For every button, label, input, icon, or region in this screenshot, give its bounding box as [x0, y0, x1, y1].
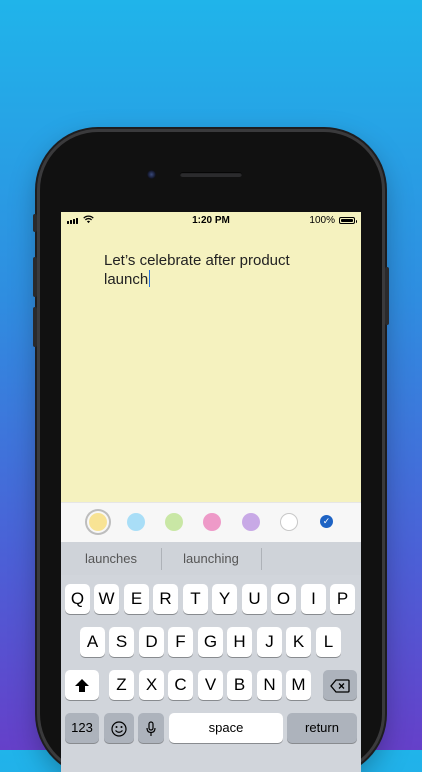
battery-icon: [339, 217, 357, 224]
delete-key[interactable]: [323, 670, 357, 700]
dictation-key[interactable]: [138, 713, 164, 743]
note-text: Let’s celebrate after product launch: [104, 252, 290, 288]
color-swatch-green[interactable]: [165, 513, 183, 531]
shift-arrow-icon: [75, 679, 89, 693]
volume-up-button: [33, 257, 37, 297]
key-p[interactable]: P: [330, 584, 355, 614]
volume-down-button: [33, 307, 37, 347]
key-j[interactable]: J: [257, 627, 282, 657]
suggestion-1[interactable]: launches: [61, 542, 161, 575]
microphone-icon: [146, 720, 156, 736]
key-d[interactable]: D: [139, 627, 164, 657]
key-g[interactable]: G: [198, 627, 223, 657]
status-bar: 1:20 PM 100%: [61, 212, 361, 230]
emoji-icon: [111, 720, 127, 737]
key-s[interactable]: S: [109, 627, 134, 657]
key-a[interactable]: A: [80, 627, 105, 657]
power-button: [385, 267, 389, 325]
shift-key[interactable]: [65, 670, 99, 700]
key-k[interactable]: K: [286, 627, 311, 657]
note-text-editor[interactable]: Let’s celebrate after product launch: [104, 251, 324, 289]
keyboard: Q W E R T Y U O I P A S D F G H J K L Z …: [61, 575, 361, 772]
suggestion-2[interactable]: launching: [161, 542, 261, 575]
key-n[interactable]: N: [257, 670, 282, 700]
color-swatch-purple[interactable]: [242, 513, 260, 531]
front-camera: [147, 170, 156, 179]
checkmark-icon[interactable]: ✓: [320, 515, 333, 528]
key-b[interactable]: B: [227, 670, 252, 700]
color-swatch-yellow[interactable]: [89, 513, 107, 531]
suggestion-3[interactable]: [261, 542, 361, 575]
color-picker-bar: ✓: [61, 502, 361, 543]
predictive-bar: launches launching: [61, 542, 361, 575]
battery-percentage: 100%: [309, 215, 335, 226]
key-c[interactable]: C: [168, 670, 193, 700]
key-z[interactable]: Z: [109, 670, 134, 700]
text-cursor: [148, 270, 151, 287]
key-i[interactable]: I: [301, 584, 326, 614]
screen: 1:20 PM 100% Let’s celebrate after produ…: [61, 212, 361, 772]
mute-switch: [33, 214, 37, 232]
key-l[interactable]: L: [316, 627, 341, 657]
backspace-icon: [330, 678, 350, 693]
key-m[interactable]: M: [286, 670, 311, 700]
key-h[interactable]: H: [227, 627, 252, 657]
phone-frame: 1:20 PM 100% Let’s celebrate after produ…: [33, 132, 389, 772]
key-v[interactable]: V: [198, 670, 223, 700]
return-key[interactable]: return: [287, 713, 357, 743]
space-key[interactable]: space: [169, 713, 283, 743]
earpiece-speaker: [180, 172, 242, 177]
color-swatch-pink[interactable]: [203, 513, 221, 531]
key-x[interactable]: X: [139, 670, 164, 700]
key-w[interactable]: W: [94, 584, 119, 614]
key-e[interactable]: E: [124, 584, 149, 614]
key-t[interactable]: T: [183, 584, 208, 614]
color-swatch-white[interactable]: [280, 513, 298, 531]
key-f[interactable]: F: [168, 627, 193, 657]
key-u[interactable]: U: [242, 584, 267, 614]
key-o[interactable]: O: [271, 584, 296, 614]
key-r[interactable]: R: [153, 584, 178, 614]
color-swatch-blue[interactable]: [127, 513, 145, 531]
numbers-key[interactable]: 123: [65, 713, 99, 743]
key-y[interactable]: Y: [212, 584, 237, 614]
key-q[interactable]: Q: [65, 584, 90, 614]
emoji-key[interactable]: [104, 713, 134, 743]
